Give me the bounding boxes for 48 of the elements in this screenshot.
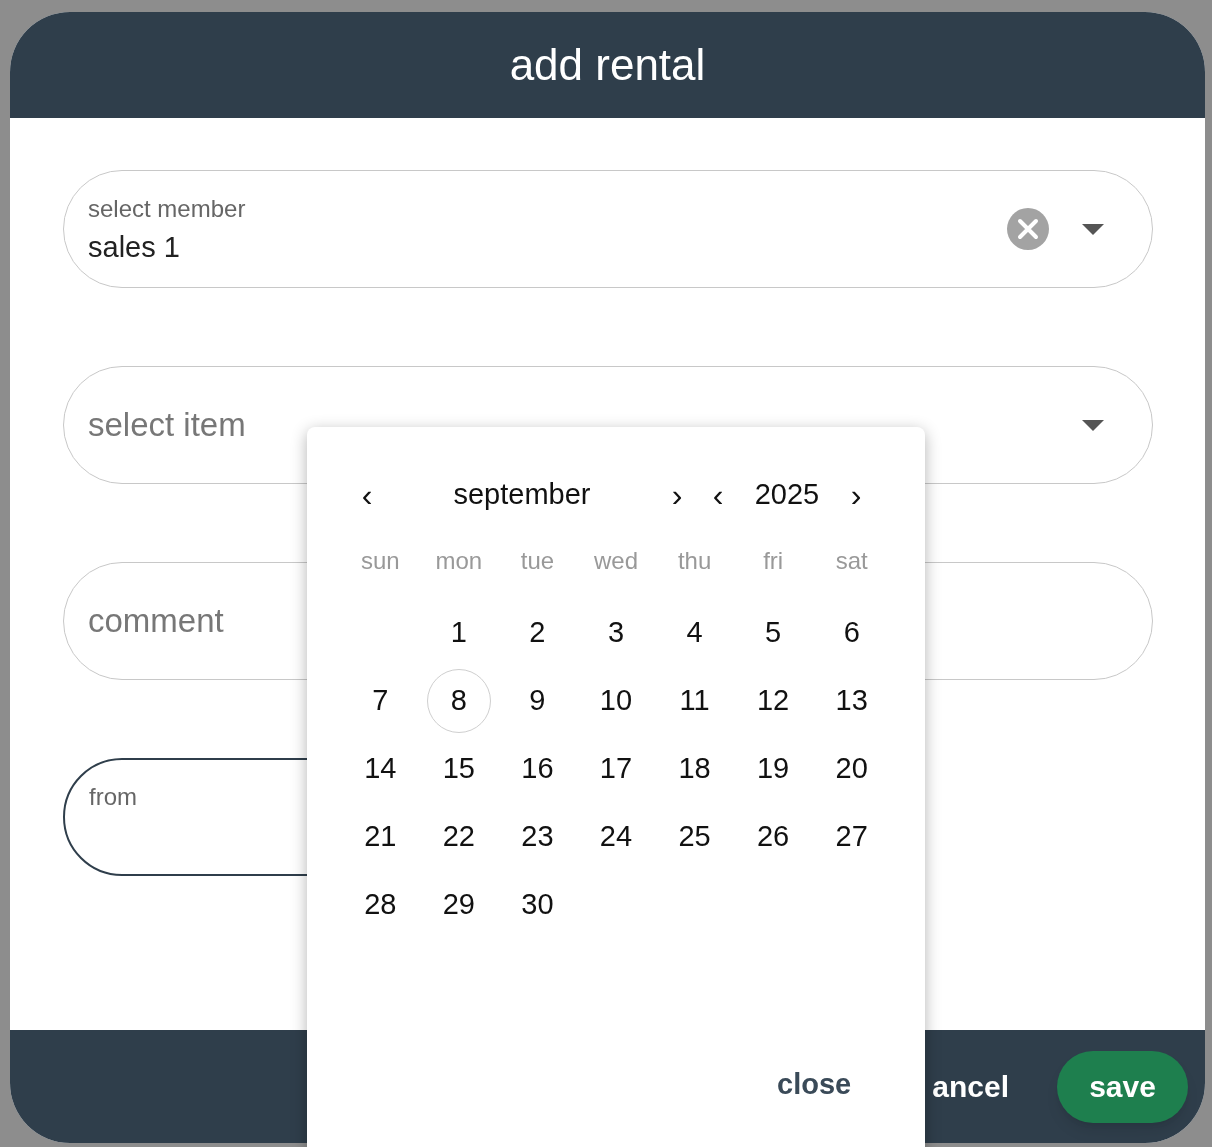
day-button[interactable]: 12 xyxy=(741,669,806,733)
day-button[interactable]: 21 xyxy=(348,805,413,869)
day-button[interactable]: 17 xyxy=(584,737,648,801)
weekday-label: wed xyxy=(592,546,639,576)
day-button[interactable]: 7 xyxy=(348,669,413,733)
field-value: sales 1 xyxy=(88,232,180,262)
day-button[interactable]: 6 xyxy=(819,601,884,665)
weekday-label: thu xyxy=(676,546,713,576)
day-button[interactable]: 29 xyxy=(426,873,491,937)
day-button[interactable]: 22 xyxy=(426,805,491,869)
day-button[interactable]: 1 xyxy=(426,601,491,665)
dialog-title: add rental xyxy=(509,39,706,91)
weekday-label: mon xyxy=(434,546,484,576)
day-button[interactable]: 19 xyxy=(741,737,806,801)
weekday-label: fri xyxy=(762,546,785,576)
field-label: from xyxy=(89,785,137,809)
day-button[interactable]: 4 xyxy=(662,601,727,665)
day-button[interactable]: 15 xyxy=(426,737,491,801)
field-placeholder: select item xyxy=(88,405,246,446)
day-button[interactable]: 18 xyxy=(662,737,727,801)
dropdown-caret-icon[interactable] xyxy=(1082,419,1104,431)
weekday-label: tue xyxy=(519,546,556,576)
select-field[interactable]: select member sales 1 xyxy=(63,170,1153,288)
close-button[interactable]: close xyxy=(769,1063,860,1107)
dropdown-caret-icon[interactable] xyxy=(1082,223,1104,235)
weekday-label: sat xyxy=(834,546,869,576)
day-button[interactable]: 13 xyxy=(819,669,884,733)
day-button[interactable]: 24 xyxy=(584,805,648,869)
day-button[interactable]: 25 xyxy=(662,805,727,869)
day-button[interactable]: 5 xyxy=(741,601,806,665)
day-button[interactable]: 14 xyxy=(348,737,413,801)
day-button[interactable]: 10 xyxy=(584,669,648,733)
day-button[interactable]: 3 xyxy=(584,601,648,665)
day-button[interactable]: 16 xyxy=(505,737,570,801)
weekday-label: sun xyxy=(359,546,401,576)
day-button[interactable]: 30 xyxy=(505,873,570,937)
field-label: select member xyxy=(88,196,246,221)
day-button[interactable]: 9 xyxy=(505,669,570,733)
field-placeholder: comment xyxy=(88,601,224,642)
day-button[interactable]: 28 xyxy=(348,873,413,937)
day-button[interactable]: 23 xyxy=(505,805,570,869)
cancel-button[interactable]: ancel xyxy=(932,1064,1009,1109)
day-button[interactable]: 27 xyxy=(819,805,884,869)
day-button[interactable]: 26 xyxy=(741,805,806,869)
save-button[interactable]: save xyxy=(1057,1050,1188,1123)
day-button[interactable]: 2 xyxy=(505,601,570,665)
day-button[interactable]: 20 xyxy=(819,737,884,801)
day-button[interactable]: 11 xyxy=(662,669,727,733)
